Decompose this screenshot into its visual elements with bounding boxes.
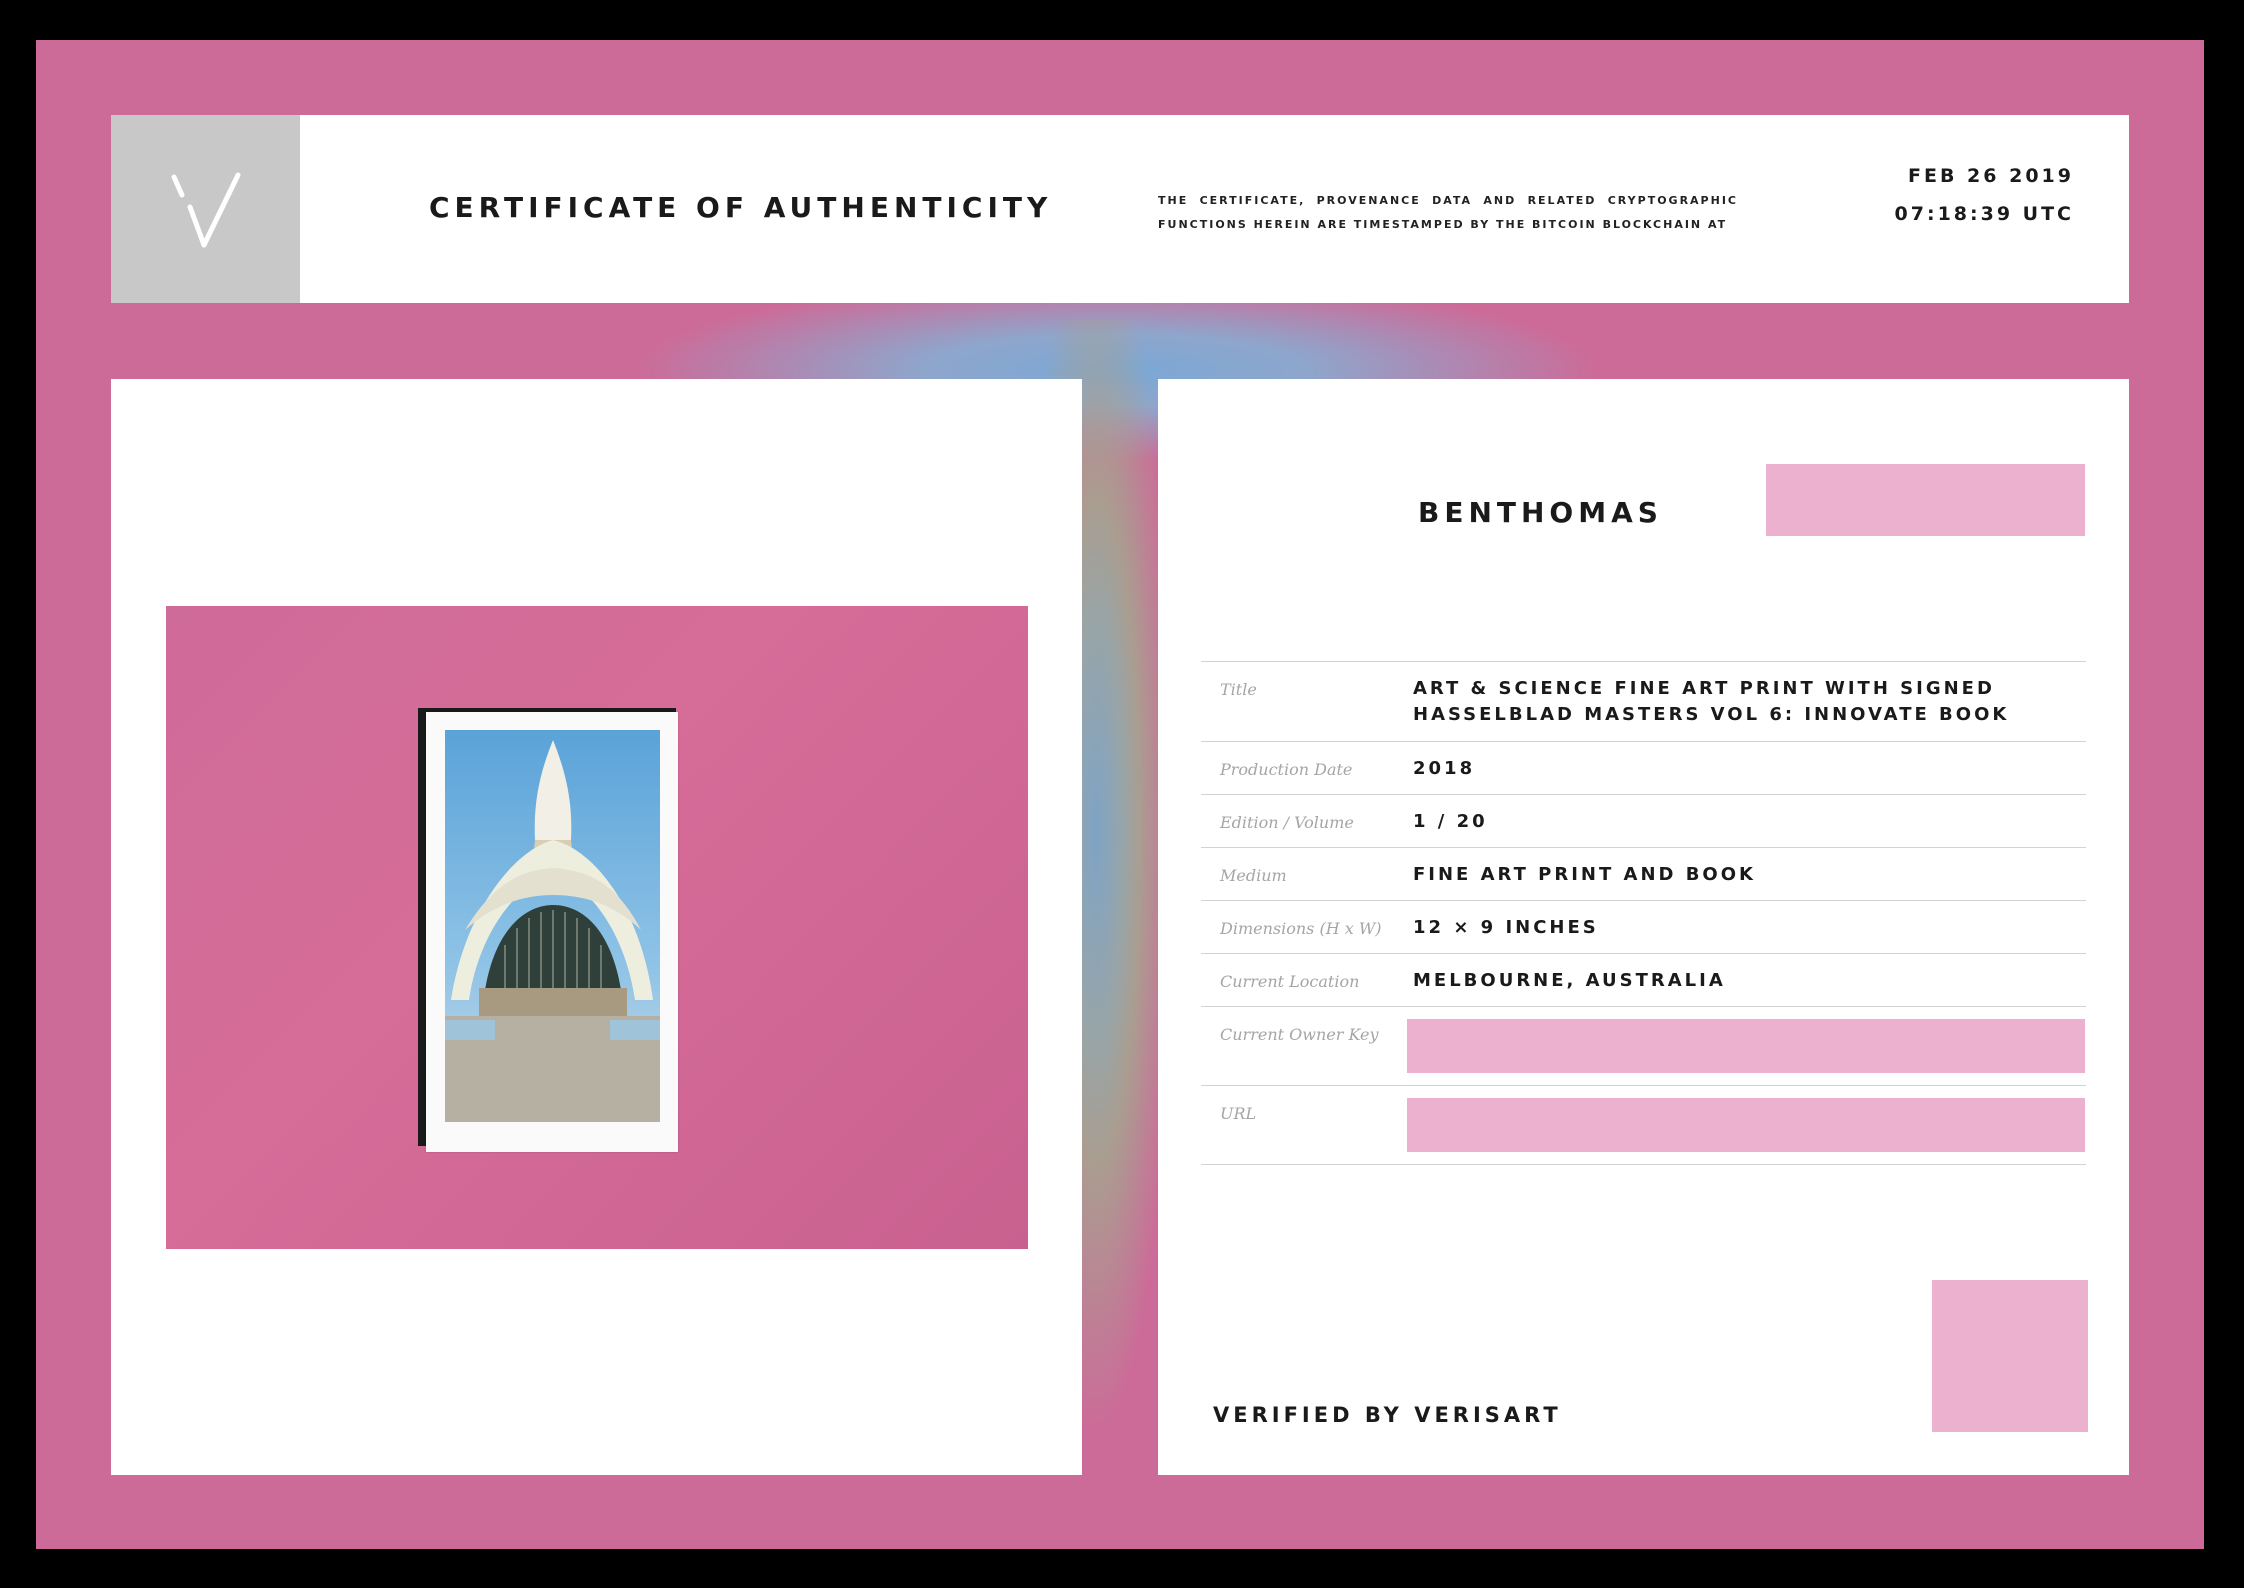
redacted-qr-code [1932, 1280, 2088, 1432]
details-panel: BENTHOMAS Title ART & SCIENCE FINE ART P… [1158, 379, 2129, 1475]
detail-value: MELBOURNE, AUSTRALIA [1413, 970, 1726, 991]
artist-name: BENTHOMAS [1418, 496, 1663, 529]
detail-label: Dimensions (H x W) [1220, 919, 1382, 938]
logo [111, 115, 300, 303]
detail-row-edition: Edition / Volume 1 / 20 [1201, 794, 2086, 847]
timestamp: FEB 26 2019 07:18:39 UTC [1895, 157, 2074, 233]
detail-label: Current Owner Key [1220, 1025, 1379, 1044]
detail-row-url: URL [1201, 1085, 2086, 1165]
redacted-signature [1766, 464, 2085, 536]
certificate-header: CERTIFICATE OF AUTHENTICITY THE CERTIFIC… [111, 115, 2129, 303]
opera-house-illustration [445, 740, 660, 1122]
artwork-image [166, 606, 1028, 1249]
detail-row-medium: Medium FINE ART PRINT AND BOOK [1201, 847, 2086, 900]
detail-row-title: Title ART & SCIENCE FINE ART PRINT WITH … [1201, 661, 2086, 741]
detail-value: 12 × 9 INCHES [1413, 917, 1599, 938]
detail-row-production-date: Production Date 2018 [1201, 741, 2086, 794]
artwork-panel [111, 379, 1082, 1475]
detail-row-location: Current Location MELBOURNE, AUSTRALIA [1201, 953, 2086, 1006]
timestamp-time: 07:18:39 UTC [1894, 203, 2074, 225]
detail-label: URL [1220, 1104, 1257, 1123]
redacted-owner-key [1407, 1019, 2085, 1073]
detail-row-owner-key: Current Owner Key [1201, 1006, 2086, 1085]
detail-label: Current Location [1220, 972, 1360, 991]
detail-value: 2018 [1413, 758, 1476, 779]
detail-value: FINE ART PRINT AND BOOK [1413, 864, 1756, 885]
detail-row-dimensions: Dimensions (H x W) 12 × 9 INCHES [1201, 900, 2086, 953]
detail-label: Production Date [1220, 760, 1353, 779]
verified-by-label: VERIFIED BY VERISART [1213, 1403, 1562, 1427]
certificate-title: CERTIFICATE OF AUTHENTICITY [429, 191, 1053, 224]
blockchain-timestamp-note: THE CERTIFICATE, PROVENANCE DATA AND REL… [1158, 194, 1738, 231]
verisart-v-logo-icon [171, 172, 240, 248]
detail-value: 1 / 20 [1413, 811, 1488, 832]
print-photo [445, 730, 660, 1122]
detail-label: Title [1220, 680, 1257, 699]
detail-label: Edition / Volume [1220, 813, 1354, 832]
redacted-url [1407, 1098, 2085, 1152]
details-table: Title ART & SCIENCE FINE ART PRINT WITH … [1201, 661, 2086, 1165]
timestamp-date: FEB 26 2019 [1908, 165, 2074, 187]
detail-value: ART & SCIENCE FINE ART PRINT WITH SIGNED… [1413, 678, 2010, 725]
detail-label: Medium [1220, 866, 1287, 885]
print-sheet [426, 712, 678, 1152]
